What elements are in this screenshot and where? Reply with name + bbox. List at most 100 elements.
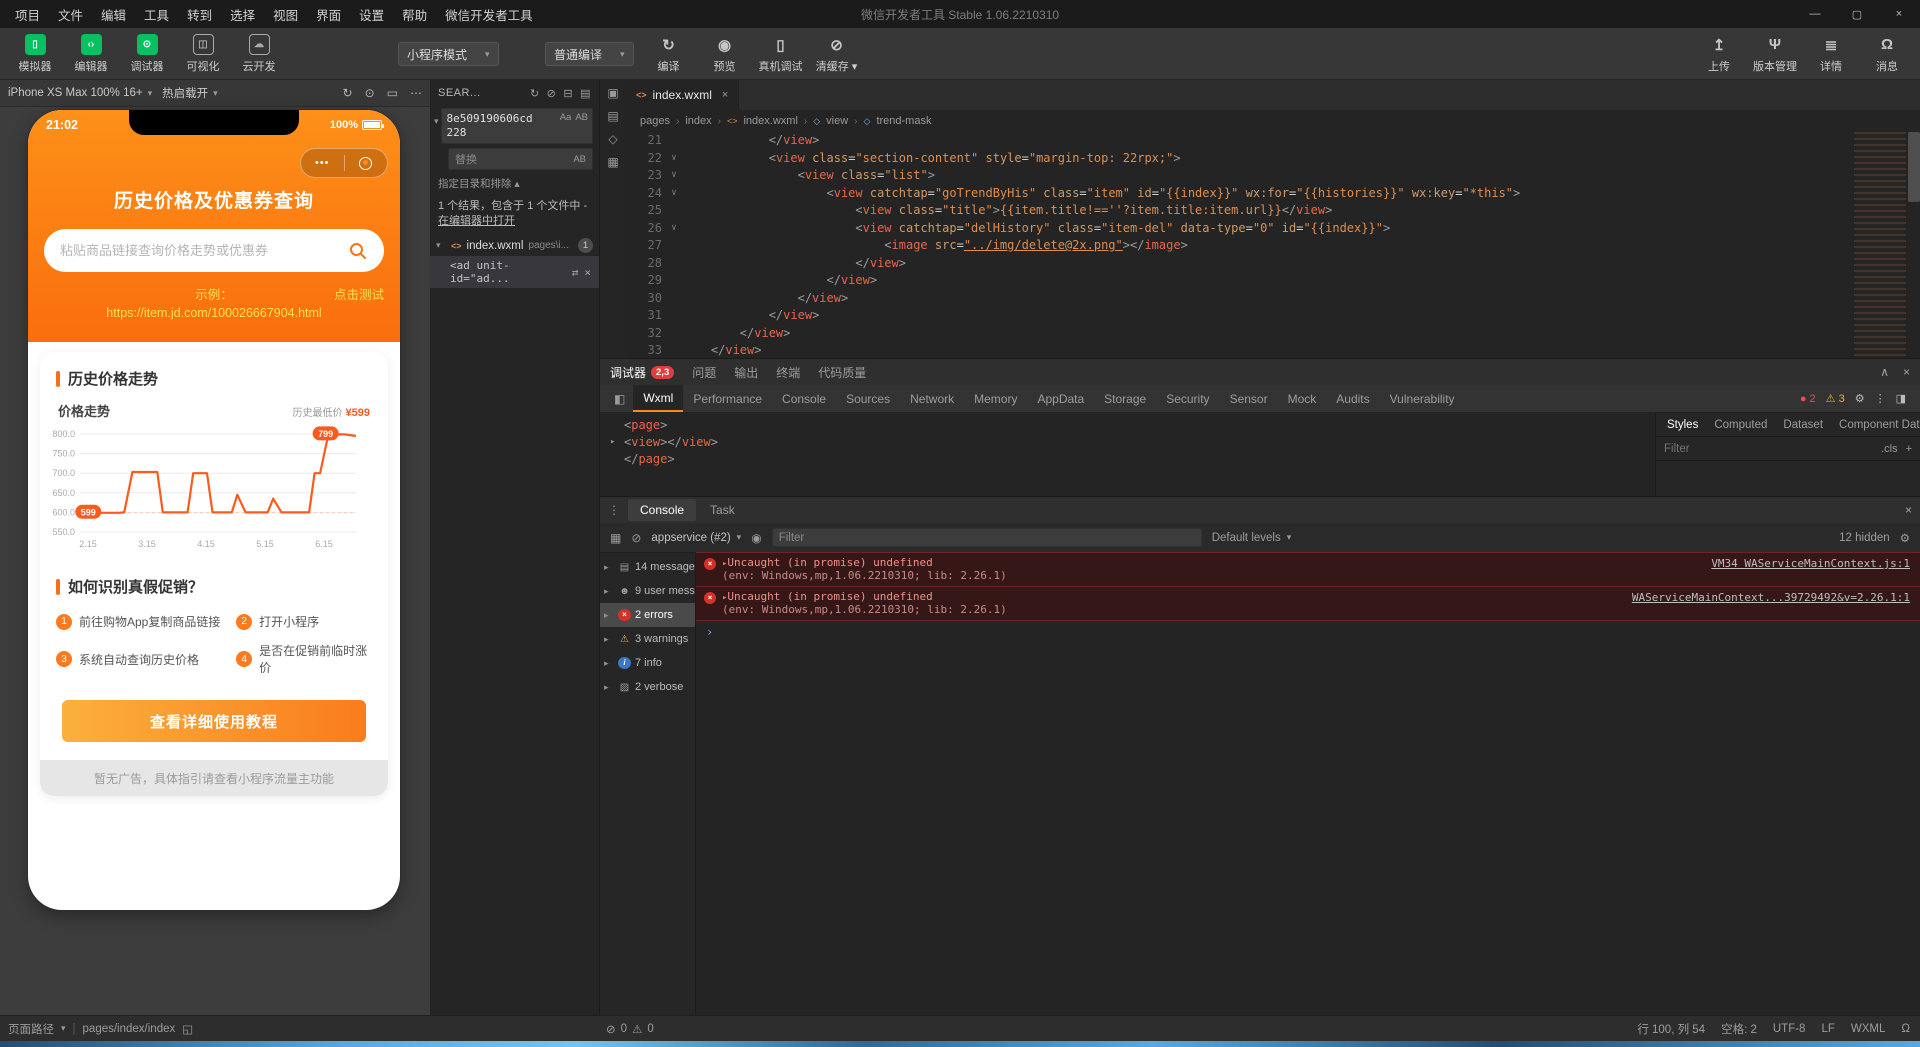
console-tab-Console[interactable]: Console	[628, 499, 697, 521]
gear-icon[interactable]: ⚙	[1855, 392, 1865, 405]
search-bar[interactable]	[44, 229, 384, 272]
console-sidebar-toggle-icon[interactable]: ▦	[610, 531, 621, 545]
wxml-tree-node[interactable]: ▸ <view></view>	[610, 434, 1645, 451]
action-清缓存[interactable]: ⊘ 清缓存 ▾	[812, 34, 862, 74]
action-预览[interactable]: ◉ 预览	[700, 34, 750, 74]
chevron-right-icon[interactable]: ▸	[604, 634, 614, 645]
console-filter-info[interactable]: ▸ i 7 info	[600, 651, 695, 675]
devtools-tab-AppData[interactable]: AppData	[1027, 385, 1094, 412]
dock-side-icon[interactable]: ◧	[614, 392, 625, 406]
menu-帮助[interactable]: 帮助	[393, 1, 436, 28]
breadcrumb-item[interactable]: index	[685, 115, 711, 127]
devtools-tab-Storage[interactable]: Storage	[1094, 385, 1156, 412]
clear-results-icon[interactable]: ⊘	[547, 87, 557, 100]
console-filter-list[interactable]: ▸ ▤ 14 messages	[600, 555, 695, 579]
replace-icon[interactable]: ⇄	[572, 266, 579, 279]
minimap[interactable]	[1854, 132, 1906, 358]
layout-grid-icon[interactable]: ▦	[607, 155, 618, 169]
open-in-editor-link[interactable]: 在编辑器中打开	[438, 215, 515, 227]
action-真机调试[interactable]: ▯ 真机调试	[756, 34, 806, 74]
indent-setting[interactable]: 空格: 2	[1721, 1021, 1757, 1037]
preserve-case-icon[interactable]: AB	[573, 154, 586, 165]
bell-icon[interactable]: Ω	[1901, 1023, 1910, 1035]
menu-设置[interactable]: 设置	[350, 1, 393, 28]
error-counter[interactable]: ● 2	[1800, 393, 1816, 405]
collapse-panel-icon[interactable]: ∧	[1880, 365, 1889, 379]
rotate-icon[interactable]: ↻	[343, 86, 353, 100]
expand-icon[interactable]: ▸	[722, 559, 727, 569]
search-match-row[interactable]: <ad unit-id="ad... ⇄ ×	[430, 256, 599, 288]
mode-select[interactable]: 小程序模式 ▾	[398, 42, 499, 66]
search-input[interactable]	[60, 243, 348, 258]
expand-icon[interactable]: ▸	[722, 593, 727, 603]
devtools-tab-Sources[interactable]: Sources	[836, 385, 900, 412]
styles-filter-input[interactable]	[1664, 442, 1874, 455]
source-link[interactable]: WAServiceMainContext...39729492&v=2.26.1…	[1632, 591, 1910, 604]
console-tab-Task[interactable]: Task	[698, 499, 747, 521]
search-query-value[interactable]: 8e509190606cd 228	[447, 112, 539, 140]
wxml-tree[interactable]: <page> ▸ <view></view> </page>	[600, 413, 1655, 496]
devtools-tab-Mock[interactable]: Mock	[1278, 385, 1327, 412]
menu-文件[interactable]: 文件	[49, 1, 92, 28]
console-filter-input[interactable]	[771, 528, 1202, 547]
console-filter-warning[interactable]: ▸ ⚠ 3 warnings	[600, 627, 695, 651]
devtools-tab-Console[interactable]: Console	[772, 385, 836, 412]
chevron-right-icon[interactable]: ▸	[604, 586, 614, 597]
eol-setting[interactable]: LF	[1821, 1023, 1834, 1035]
console-error-message[interactable]: × ▸Uncaught (in promise) undefined (env: W…	[696, 552, 1920, 587]
chevron-down-icon[interactable]: ▾	[61, 1023, 66, 1034]
debug-tab-调试器[interactable]: 调试器 2,3	[610, 359, 675, 385]
dir-filter-toggle[interactable]: 指定目录和排除 ▴	[430, 170, 599, 193]
chevron-right-icon[interactable]: ▸	[604, 682, 614, 693]
devtools-tab-Network[interactable]: Network	[900, 385, 964, 412]
search-query-box[interactable]: 8e509190606cd 228 Aa AB	[440, 108, 593, 144]
devtools-tab-Wxml[interactable]: Wxml	[633, 385, 684, 412]
log-levels-selector[interactable]: Default levels ▾	[1212, 532, 1292, 544]
cursor-position[interactable]: 行 100, 列 54	[1637, 1021, 1705, 1037]
toggle-replace-icon[interactable]: ▾	[434, 108, 439, 144]
add-style-icon[interactable]: +	[1906, 443, 1912, 455]
close-console-icon[interactable]: ×	[1905, 503, 1912, 517]
dismiss-icon[interactable]: ×	[584, 266, 591, 279]
whole-word-icon[interactable]: AB	[575, 112, 588, 123]
menu-视图[interactable]: 视图	[264, 1, 307, 28]
styles-tab-Component Data[interactable]: Component Data	[1832, 416, 1920, 434]
menu-选择[interactable]: 选择	[221, 1, 264, 28]
search-icon[interactable]	[348, 241, 368, 261]
match-case-icon[interactable]: Aa	[560, 112, 572, 123]
toolbar-nav-调试器[interactable]: ⊙ 调试器	[122, 33, 172, 74]
close-panel-icon[interactable]: ×	[1903, 365, 1910, 379]
copy-path-icon[interactable]: ◱	[182, 1022, 193, 1036]
result-file-row[interactable]: ▾ <> index.wxml pages\i... 1	[430, 235, 599, 256]
devtools-tab-Vulnerability[interactable]: Vulnerability	[1380, 385, 1465, 412]
maximize-icon[interactable]: ▢	[1836, 0, 1878, 28]
toolbar-nav-可视化[interactable]: ◫ 可视化	[178, 33, 228, 74]
execution-context-selector[interactable]: appservice (#2) ▾	[651, 532, 741, 544]
tutorial-button[interactable]: 查看详细使用教程	[62, 700, 366, 742]
action-编译[interactable]: ↻ 编译	[644, 34, 694, 74]
code-editor[interactable]: 21 </view> 22 ∨ <view class="section-conte…	[626, 132, 1920, 358]
toolbar-上传[interactable]: ↥ 上传	[1694, 34, 1744, 74]
toolbar-nav-云开发[interactable]: ☁ 云开发	[234, 33, 284, 74]
styles-tab-Dataset[interactable]: Dataset	[1776, 416, 1830, 434]
close-icon[interactable]: ×	[1878, 0, 1920, 28]
screenshot-icon[interactable]: ▭	[387, 86, 398, 100]
console-prompt[interactable]: ›	[696, 621, 1920, 643]
fold-marker-icon[interactable]: ∨	[666, 220, 682, 238]
minimize-icon[interactable]: —	[1794, 0, 1836, 28]
reload-mode-selector[interactable]: 热启载开 ▾	[162, 85, 218, 101]
replace-field[interactable]: 替换 AB	[448, 148, 593, 170]
chevron-right-icon[interactable]: ▸	[604, 562, 614, 573]
fold-marker-icon[interactable]: ∨	[666, 150, 682, 168]
toolbar-消息[interactable]: Ω 消息	[1862, 34, 1912, 74]
wxml-tree-node[interactable]: </page>	[610, 451, 1645, 468]
menu-编辑[interactable]: 编辑	[92, 1, 135, 28]
console-filter-user[interactable]: ▸ ☻ 9 user mess...	[600, 579, 695, 603]
close-tab-icon[interactable]: ×	[722, 89, 728, 101]
editor-scrollbar[interactable]	[1908, 132, 1920, 202]
panel-layout-icon[interactable]: ◨	[1896, 392, 1906, 405]
test-link[interactable]: 点击测试	[334, 284, 384, 303]
menu-工具[interactable]: 工具	[135, 1, 178, 28]
problems-indicator[interactable]: ⊘ 0 ⚠ 0	[606, 1022, 654, 1036]
debug-tab-问题[interactable]: 问题	[692, 359, 716, 385]
